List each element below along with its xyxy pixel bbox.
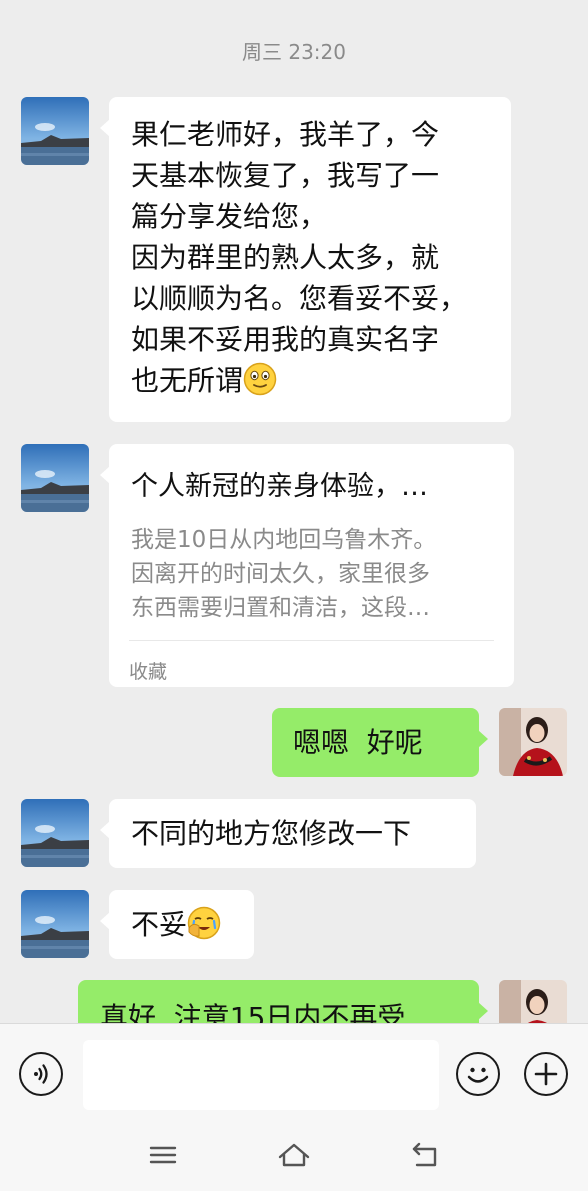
message-text: 不妥 xyxy=(131,908,188,941)
outgoing-message-bubble[interactable]: 嗯嗯 好呢 xyxy=(272,708,488,777)
system-nav-bar xyxy=(0,1123,588,1191)
chat-timestamp: 周三 23:20 xyxy=(242,40,346,64)
smile-emoji-icon xyxy=(243,362,277,396)
nav-back-button[interactable] xyxy=(405,1135,445,1175)
card-description: 我是10日从内地回乌鲁木齐。 因离开的时间太久，家里很多 东西需要归置和清洁，这… xyxy=(131,523,491,625)
facepalm-emoji-icon xyxy=(187,906,221,940)
message-text: 不同的地方您修改一下 xyxy=(131,817,412,850)
card-title: 个人新冠的亲身体验，… xyxy=(131,471,428,502)
message-line: 篇分享发给您， xyxy=(131,200,328,233)
incoming-message-bubble[interactable]: 不妥 xyxy=(100,890,254,959)
nav-home-button[interactable] xyxy=(274,1135,314,1175)
back-icon xyxy=(412,1142,437,1167)
message-text: 嗯嗯 好呢 xyxy=(293,726,423,759)
card-divider xyxy=(129,640,494,641)
plus-icon xyxy=(534,1062,558,1086)
menu-icon xyxy=(149,1146,177,1164)
message-line: 如果不妥用我的真实名字 xyxy=(131,323,440,356)
voice-button[interactable] xyxy=(19,1052,63,1096)
card-source-label: 收藏 xyxy=(129,661,168,683)
voice-icon xyxy=(34,1064,48,1084)
nav-menu-button[interactable] xyxy=(143,1135,183,1175)
contact-avatar[interactable] xyxy=(21,799,89,867)
emoji-icon xyxy=(467,1067,489,1083)
contact-avatar[interactable] xyxy=(21,97,89,165)
message-line: 以顺顺为名。您看妥不妥， xyxy=(131,282,468,315)
incoming-message-bubble[interactable]: 果仁老师好，我羊了，今 天基本恢复了，我写了一 篇分享发给您， 因为群里的熟人太… xyxy=(100,97,511,422)
message-input[interactable] xyxy=(83,1040,439,1110)
message-line: 也无所谓 xyxy=(131,364,244,397)
emoji-button[interactable] xyxy=(456,1052,500,1096)
message-line: 天基本恢复了，我写了一 xyxy=(131,159,440,192)
chat-input-bar xyxy=(0,1023,588,1124)
incoming-message-bubble[interactable]: 不同的地方您修改一下 xyxy=(100,799,476,868)
home-icon xyxy=(278,1143,310,1167)
contact-avatar[interactable] xyxy=(21,890,89,958)
message-line: 果仁老师好，我羊了，今 xyxy=(131,118,440,151)
message-line-last: 也无所谓 xyxy=(131,360,489,401)
my-avatar[interactable] xyxy=(499,708,567,776)
contact-avatar[interactable] xyxy=(21,444,89,512)
card-description-line: 我是10日从内地回乌鲁木齐。 xyxy=(131,527,437,553)
card-description-line: 因离开的时间太久，家里很多 xyxy=(131,561,430,587)
more-button[interactable] xyxy=(524,1052,568,1096)
message-line: 因为群里的熟人太多，就 xyxy=(131,241,440,274)
card-description-line: 东西需要归置和清洁，这段… xyxy=(131,595,430,621)
favorite-card-message[interactable]: 个人新冠的亲身体验，… 我是10日从内地回乌鲁木齐。 因离开的时间太久，家里很多… xyxy=(100,444,514,687)
